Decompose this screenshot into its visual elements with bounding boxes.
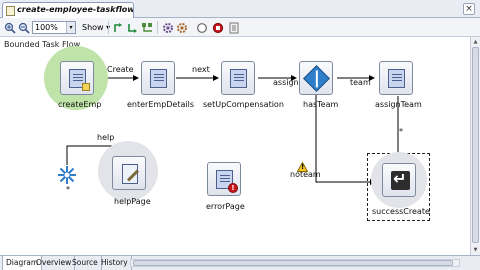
node-helpPage[interactable] — [112, 156, 146, 190]
node-label-successCreate: successCreate — [372, 207, 430, 216]
edge-label-team: team — [350, 78, 371, 87]
layout-icon[interactable] — [141, 21, 153, 34]
node-createEmp[interactable] — [60, 61, 94, 95]
diagram-canvas[interactable]: Bounded Task Flow Create next assign tea… — [0, 37, 470, 255]
properties-icon[interactable] — [228, 21, 240, 34]
node-enterEmpDetails[interactable] — [141, 61, 175, 95]
route-edges-alt-icon[interactable] — [127, 21, 139, 34]
close-icon[interactable]: × — [463, 3, 475, 15]
scroll-down-icon[interactable]: ▼ — [472, 246, 479, 254]
settings-gear-icon[interactable] — [176, 21, 188, 34]
wildcard-control-flow-icon[interactable] — [57, 165, 77, 185]
circle-option-icon[interactable] — [196, 21, 208, 34]
node-hasTeam[interactable] — [299, 61, 333, 95]
chevron-down-icon: ▾ — [66, 22, 75, 33]
wildcard-star-label: * — [66, 185, 70, 194]
edge-label-create: Create — [107, 65, 134, 74]
node-label-hasTeam: hasTeam — [303, 100, 339, 109]
diagram-toolbar: 100% ▾ Show ▾ — [0, 18, 480, 37]
node-setUpCompensation[interactable] — [221, 61, 255, 95]
tab-source[interactable]: Source — [69, 256, 102, 270]
view-activity-icon — [388, 69, 405, 88]
editor-tab-bar: create-employee-taskflow.xml × — [0, 0, 480, 18]
node-assignTeam[interactable] — [379, 61, 413, 95]
task-flow-return-icon — [391, 169, 410, 190]
router-icon — [303, 65, 330, 92]
show-label: Show — [82, 23, 104, 32]
zoom-out-icon[interactable] — [18, 21, 30, 34]
vertical-scroll-thumb[interactable] — [472, 47, 479, 243]
node-label-createEmp: createEmp — [58, 100, 102, 109]
route-edges-icon[interactable] — [113, 21, 125, 34]
view-gear-icon[interactable] — [162, 21, 174, 34]
node-label-setUpCompensation: setUpCompensation — [203, 100, 284, 109]
view-activity-icon — [230, 69, 247, 88]
edge-label-next: next — [192, 65, 210, 74]
toolbar-separator — [108, 21, 109, 34]
node-label-helpPage: helpPage — [114, 197, 151, 206]
vertical-scrollbar[interactable]: ▲ ▼ — [470, 37, 480, 255]
editor-bottom-tabs: Diagram Overview Source History — [0, 255, 480, 270]
scroll-up-icon[interactable]: ▲ — [472, 38, 479, 46]
horizontal-scroll-thumb[interactable] — [133, 260, 453, 266]
node-errorPage[interactable]: ! — [207, 162, 241, 196]
zoom-value: 100% — [35, 23, 58, 32]
horizontal-scrollbar[interactable] — [130, 259, 460, 267]
edge-label-assignteam-star: * — [399, 127, 403, 136]
view-activity-icon — [150, 69, 167, 88]
error-icon: ! — [228, 183, 238, 193]
edit-page-icon — [122, 164, 138, 184]
tab-history[interactable]: History — [98, 256, 132, 270]
file-tab[interactable]: create-employee-taskflow.xml — [2, 2, 134, 18]
node-label-errorPage: errorPage — [206, 202, 245, 211]
file-tab-label: create-employee-taskflow.xml — [17, 5, 134, 14]
zoom-select[interactable]: 100% ▾ — [32, 21, 76, 34]
node-successCreate[interactable] — [382, 163, 416, 197]
node-label-assignTeam: assignTeam — [375, 100, 422, 109]
zoom-in-icon[interactable] — [4, 21, 16, 34]
edge-label-assign: assign — [273, 78, 299, 87]
xml-file-icon — [6, 6, 15, 16]
edge-label-help: help — [97, 133, 115, 142]
stop-icon[interactable] — [212, 21, 224, 34]
default-activity-mark-icon — [82, 83, 90, 91]
warning-glyph: ! — [301, 163, 305, 171]
warning-icon: ! — [296, 161, 309, 172]
node-label-enterEmpDetails: enterEmpDetails — [127, 100, 194, 109]
toolbar-separator — [157, 21, 158, 34]
show-menu-button[interactable]: Show ▾ — [82, 21, 110, 34]
